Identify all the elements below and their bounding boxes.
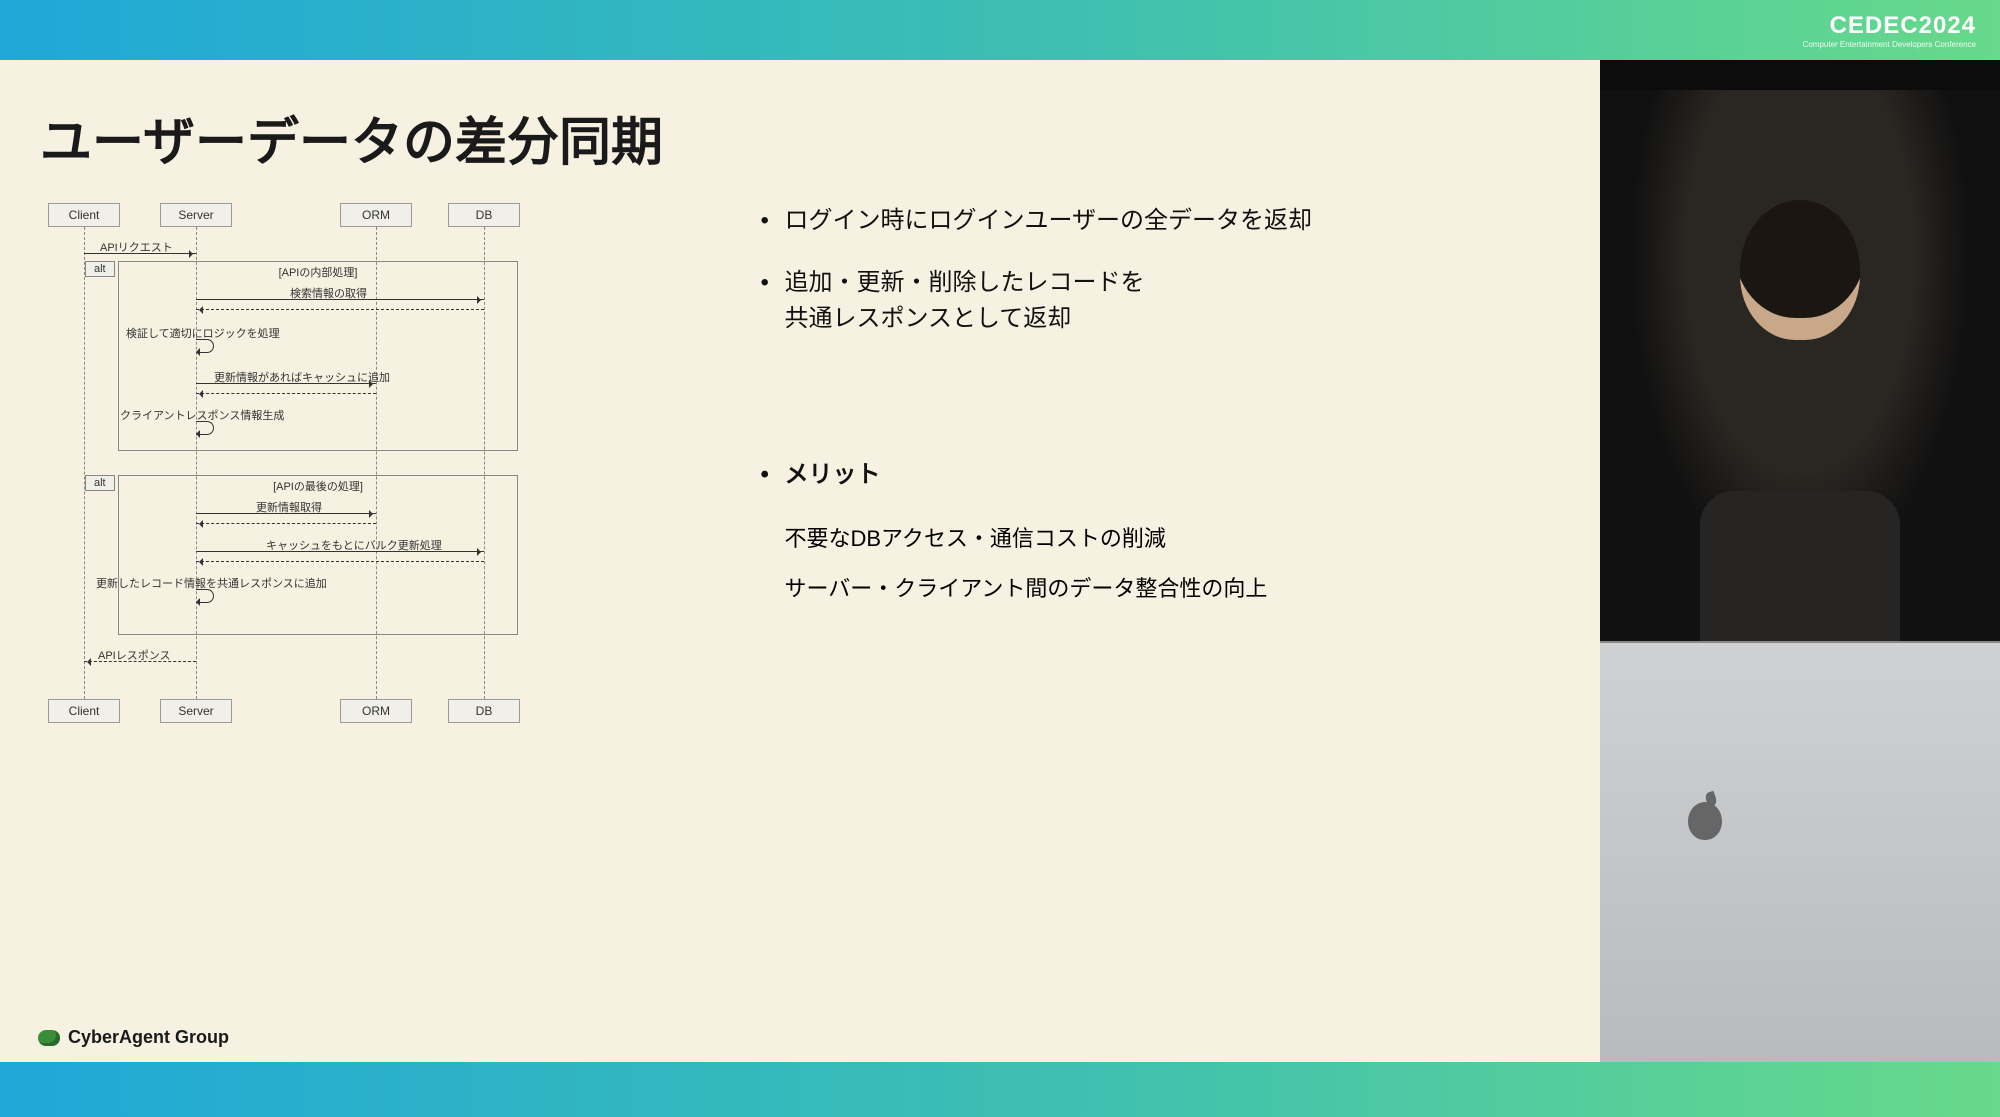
event-logo-sub: Computer Entertainment Developers Confer… xyxy=(1803,40,1976,49)
footer-logo: CyberAgent Group xyxy=(38,1027,229,1048)
lifeline-client xyxy=(84,227,85,699)
event-logo: CEDEC2024 Computer Entertainment Develop… xyxy=(1803,12,1976,49)
bottom-gradient xyxy=(0,1062,2000,1117)
event-logo-text: CEDEC2024 xyxy=(1803,12,1976,40)
arrow-search-fetch-return xyxy=(196,309,484,310)
slide-title: ユーザーデータの差分同期 xyxy=(40,100,1560,175)
participant-db: DB xyxy=(448,203,520,227)
footer-logo-text: CyberAgent Group xyxy=(68,1027,229,1048)
arrow-api-request xyxy=(84,253,196,254)
arrow-search-fetch xyxy=(196,299,484,300)
arrow-bulk-update xyxy=(196,551,484,552)
merit-line-1: 不要なDBアクセス・通信コストの削減 xyxy=(756,519,1560,559)
arrow-api-response xyxy=(84,661,196,662)
arrow-update-fetch-return xyxy=(196,523,376,524)
speaker-torso xyxy=(1700,491,1900,641)
merit-title: メリット xyxy=(756,457,1560,493)
arrow-cache-if-update-return xyxy=(196,393,376,394)
speaker-panel xyxy=(1600,60,2000,1062)
msg-append-common: 更新したレコード情報を共通レスポンスに追加 xyxy=(96,575,327,591)
main-row: ユーザーデータの差分同期 Client Server ORM DB Client… xyxy=(0,60,2000,1062)
alt1-title: [APIの内部処理] xyxy=(279,264,358,280)
bullet-2: 追加・更新・削除したレコードを 共通レスポンスとして返却 xyxy=(756,265,1560,337)
alt2-label: alt xyxy=(85,475,115,491)
slide: ユーザーデータの差分同期 Client Server ORM DB Client… xyxy=(0,60,1600,1062)
selfloop-gen-resp xyxy=(196,421,214,435)
participant-orm: ORM xyxy=(340,203,412,227)
speaker-head xyxy=(1740,200,1860,340)
merit-block: メリット 不要なDBアクセス・通信コストの削減 サーバー・クライアント間のデータ… xyxy=(756,457,1560,608)
participant-db-bottom: DB xyxy=(448,699,520,723)
bullet-1: ログイン時にログインユーザーの全データを返却 xyxy=(756,203,1560,239)
sequence-diagram: Client Server ORM DB Client Server ORM D… xyxy=(40,203,724,723)
speaker-figure xyxy=(1600,90,2000,641)
arrow-bulk-update-return xyxy=(196,561,484,562)
participant-client-bottom: Client xyxy=(48,699,120,723)
merit-line-2: サーバー・クライアント間のデータ整合性の向上 xyxy=(756,569,1560,609)
alt2-title: [APIの最後の処理] xyxy=(273,478,363,494)
slide-body: Client Server ORM DB Client Server ORM D… xyxy=(40,203,1560,723)
cyberagent-icon xyxy=(38,1030,60,1046)
participant-server: Server xyxy=(160,203,232,227)
text-column: ログイン時にログインユーザーの全データを返却 追加・更新・削除したレコードを 共… xyxy=(756,203,1560,723)
top-bar: CEDEC2024 Computer Entertainment Develop… xyxy=(0,0,2000,60)
participant-orm-bottom: ORM xyxy=(340,699,412,723)
apple-logo-icon xyxy=(1688,802,1722,840)
participant-client: Client xyxy=(48,203,120,227)
selfloop-append-common xyxy=(196,589,214,603)
selfloop-validate xyxy=(196,339,214,353)
laptop xyxy=(1600,641,2000,1062)
arrow-update-fetch xyxy=(196,513,376,514)
arrow-cache-if-update xyxy=(196,383,376,384)
alt1-label: alt xyxy=(85,261,115,277)
participant-server-bottom: Server xyxy=(160,699,232,723)
bullet-list: ログイン時にログインユーザーの全データを返却 追加・更新・削除したレコードを 共… xyxy=(756,203,1560,337)
